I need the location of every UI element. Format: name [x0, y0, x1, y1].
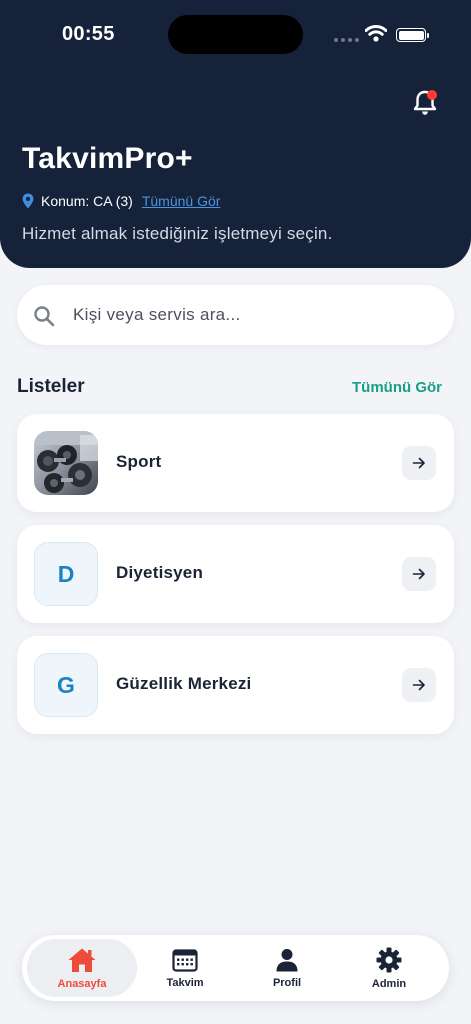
- open-button[interactable]: [402, 446, 436, 480]
- nav-label: Profil: [272, 976, 302, 989]
- calendar-icon: [172, 948, 198, 972]
- header-subtitle: Hizmet almak istediğiniz işletmeyi seçin…: [22, 224, 333, 243]
- open-button[interactable]: [402, 557, 436, 591]
- search-input[interactable]: Kişi veya servis ara...: [17, 285, 454, 345]
- nav-item-home[interactable]: Anasayfa: [27, 939, 137, 997]
- nav-item-profile[interactable]: Profil: [232, 939, 342, 997]
- list-card-label: Diyetisyen: [116, 563, 204, 582]
- nav-label: Admin: [371, 977, 407, 990]
- nav-item-calendar[interactable]: Takvim: [130, 939, 240, 997]
- avatar-letter: G: [57, 671, 75, 698]
- section-title: Listeler: [17, 376, 85, 397]
- bottom-nav: Anasayfa Takvim Profil Admin: [22, 935, 449, 1001]
- header: 00:55 TakvimPro+ Konum: CA (3) Tümünü Gö…: [0, 0, 471, 268]
- list-card-sport[interactable]: Sport: [17, 414, 454, 512]
- home-icon: [68, 948, 96, 972]
- nav-item-admin[interactable]: Admin: [334, 939, 444, 997]
- arrow-right-icon: [412, 568, 425, 580]
- avatar-letter: D: [57, 560, 75, 587]
- nav-label: Takvim: [166, 976, 204, 989]
- list-card-guzellik-merkezi[interactable]: G Güzellik Merkezi: [17, 636, 454, 734]
- letter-avatar: D: [34, 542, 98, 606]
- gear-icon: [376, 947, 402, 972]
- arrow-right-icon: [412, 679, 425, 691]
- see-all-link[interactable]: Tümünü Gör: [352, 379, 442, 396]
- wifi-icon: [365, 25, 387, 42]
- location-text: Konum: CA (3): [41, 193, 133, 209]
- nav-label: Anasayfa: [57, 977, 107, 990]
- cellular-icon: [334, 38, 360, 42]
- open-button[interactable]: [402, 668, 436, 702]
- battery-icon: [396, 28, 429, 42]
- list-card-label: Sport: [116, 452, 162, 471]
- list-card-diyetisyen[interactable]: D Diyetisyen: [17, 525, 454, 623]
- person-icon: [276, 948, 298, 971]
- app-title: TakvimPro+: [22, 142, 193, 175]
- dynamic-island: [168, 15, 303, 54]
- status-time: 00:55: [62, 23, 115, 45]
- location-pin-icon: [22, 193, 34, 209]
- location-see-all-link[interactable]: Tümünü Gör: [142, 193, 221, 209]
- arrow-right-icon: [412, 457, 425, 469]
- notification-dot: [427, 90, 437, 100]
- search-placeholder: Kişi veya servis ara...: [73, 305, 241, 324]
- letter-avatar: G: [34, 653, 98, 717]
- location-row: Konum: CA (3) Tümünü Gör: [22, 192, 220, 210]
- sport-photo: [34, 431, 98, 495]
- list-card-label: Güzellik Merkezi: [116, 674, 252, 693]
- search-icon: [34, 306, 55, 327]
